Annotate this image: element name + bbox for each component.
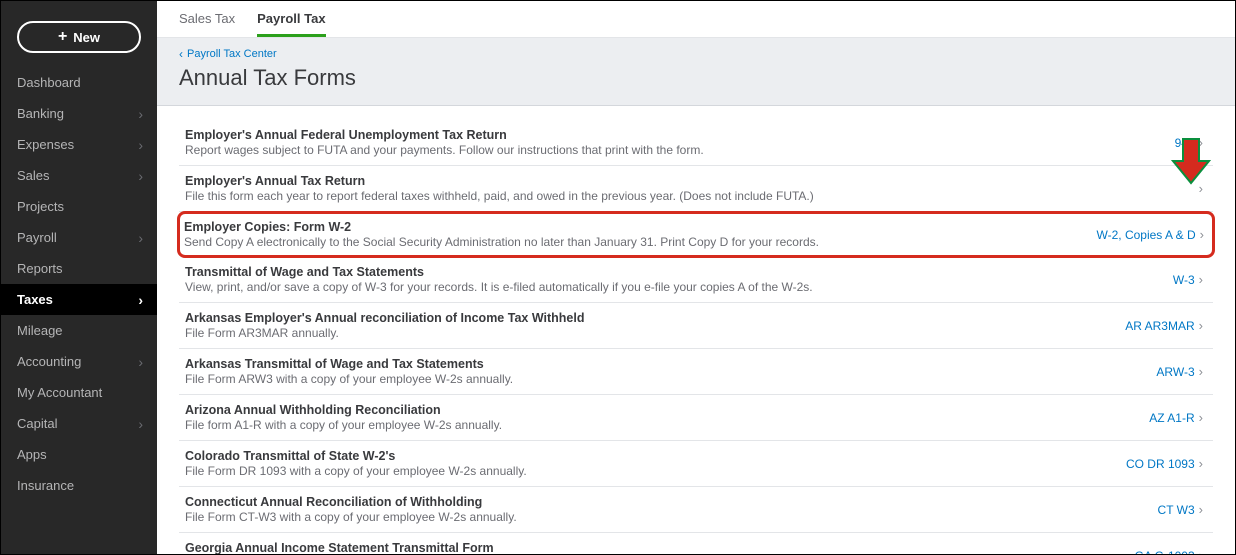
sidebar-item-insurance[interactable]: Insurance bbox=[1, 470, 157, 501]
form-link[interactable]: AZ A1-R› bbox=[1149, 410, 1203, 425]
chevron-right-icon: › bbox=[138, 293, 143, 307]
form-link[interactable]: W-2, Copies A & D› bbox=[1097, 227, 1205, 242]
breadcrumb[interactable]: ‹ Payroll Tax Center bbox=[179, 47, 277, 61]
form-row[interactable]: Connecticut Annual Reconciliation of Wit… bbox=[179, 487, 1213, 533]
form-row[interactable]: Georgia Annual Income Statement Transmit… bbox=[179, 533, 1213, 554]
form-link[interactable]: CT W3› bbox=[1158, 502, 1203, 517]
form-desc: View, print, and/or save a copy of W-3 f… bbox=[185, 280, 1153, 294]
form-desc: File Form AR3MAR annually. bbox=[185, 326, 1105, 340]
form-row-highlighted[interactable]: Employer Copies: Form W-2 Send Copy A el… bbox=[177, 211, 1215, 258]
page-title: Annual Tax Forms bbox=[179, 65, 1213, 91]
page-header: ‹ Payroll Tax Center Annual Tax Forms bbox=[157, 38, 1235, 106]
left-sidebar: + New Dashboard Banking› Expenses› Sales… bbox=[1, 1, 157, 554]
chevron-right-icon: › bbox=[1199, 364, 1203, 379]
form-desc: Report wages subject to FUTA and your pa… bbox=[185, 143, 1155, 157]
form-row[interactable]: Arkansas Employer's Annual reconciliatio… bbox=[179, 303, 1213, 349]
sidebar-item-banking[interactable]: Banking› bbox=[1, 98, 157, 129]
chevron-right-icon: › bbox=[138, 355, 143, 369]
form-link[interactable]: GA G-1003› bbox=[1135, 548, 1203, 554]
plus-icon: + bbox=[58, 29, 67, 45]
form-row[interactable]: Transmittal of Wage and Tax Statements V… bbox=[179, 257, 1213, 303]
sidebar-item-accounting[interactable]: Accounting› bbox=[1, 346, 157, 377]
sidebar-item-payroll[interactable]: Payroll› bbox=[1, 222, 157, 253]
chevron-right-icon: › bbox=[138, 107, 143, 121]
form-row[interactable]: Arizona Annual Withholding Reconciliatio… bbox=[179, 395, 1213, 441]
chevron-left-icon: ‹ bbox=[179, 47, 183, 61]
chevron-right-icon: › bbox=[1200, 227, 1204, 242]
form-row[interactable]: Arkansas Transmittal of Wage and Tax Sta… bbox=[179, 349, 1213, 395]
chevron-right-icon: › bbox=[1199, 502, 1203, 517]
sidebar-item-expenses[interactable]: Expenses› bbox=[1, 129, 157, 160]
sidebar-item-sales[interactable]: Sales› bbox=[1, 160, 157, 191]
chevron-right-icon: › bbox=[138, 231, 143, 245]
forms-list: Employer's Annual Federal Unemployment T… bbox=[157, 106, 1235, 554]
form-desc: File form A1-R with a copy of your emplo… bbox=[185, 418, 1129, 432]
form-desc: File Form ARW3 with a copy of your emplo… bbox=[185, 372, 1136, 386]
breadcrumb-label: Payroll Tax Center bbox=[187, 48, 277, 60]
form-link[interactable]: CO DR 1093› bbox=[1126, 456, 1203, 471]
app-frame: + New Dashboard Banking› Expenses› Sales… bbox=[0, 0, 1236, 555]
new-button[interactable]: + New bbox=[17, 21, 141, 53]
chevron-right-icon: › bbox=[1199, 456, 1203, 471]
form-title: Arkansas Employer's Annual reconciliatio… bbox=[185, 311, 1105, 325]
form-desc: Send Copy A electronically to the Social… bbox=[184, 235, 1077, 249]
tab-payroll-tax[interactable]: Payroll Tax bbox=[257, 11, 325, 37]
sidebar-item-projects[interactable]: Projects bbox=[1, 191, 157, 222]
sidebar-item-capital[interactable]: Capital› bbox=[1, 408, 157, 439]
tab-sales-tax[interactable]: Sales Tax bbox=[179, 11, 235, 37]
form-title: Transmittal of Wage and Tax Statements bbox=[185, 265, 1153, 279]
sidebar-item-taxes[interactable]: Taxes› bbox=[1, 284, 157, 315]
chevron-right-icon: › bbox=[138, 169, 143, 183]
form-title: Connecticut Annual Reconciliation of Wit… bbox=[185, 495, 1138, 509]
form-title: Georgia Annual Income Statement Transmit… bbox=[185, 541, 1115, 554]
chevron-right-icon: › bbox=[138, 138, 143, 152]
chevron-right-icon: › bbox=[1199, 548, 1203, 554]
form-row[interactable]: Colorado Transmittal of State W-2's File… bbox=[179, 441, 1213, 487]
chevron-right-icon: › bbox=[1199, 272, 1203, 287]
tab-bar: Sales Tax Payroll Tax bbox=[157, 1, 1235, 38]
form-row[interactable]: Employer's Annual Tax Return File this f… bbox=[179, 166, 1213, 212]
form-title: Arkansas Transmittal of Wage and Tax Sta… bbox=[185, 357, 1136, 371]
chevron-right-icon: › bbox=[1199, 135, 1203, 150]
chevron-right-icon: › bbox=[1199, 181, 1203, 196]
chevron-right-icon: › bbox=[1199, 410, 1203, 425]
main-content: Sales Tax Payroll Tax ‹ Payroll Tax Cent… bbox=[157, 1, 1235, 554]
form-link[interactable]: › bbox=[1195, 181, 1203, 196]
sidebar-item-reports[interactable]: Reports bbox=[1, 253, 157, 284]
form-title: Employer's Annual Tax Return bbox=[185, 174, 1175, 188]
new-button-label: New bbox=[73, 30, 100, 45]
sidebar-item-mileage[interactable]: Mileage bbox=[1, 315, 157, 346]
form-desc: File this form each year to report feder… bbox=[185, 189, 1175, 203]
form-title: Arizona Annual Withholding Reconciliatio… bbox=[185, 403, 1129, 417]
form-link[interactable]: W-3› bbox=[1173, 272, 1203, 287]
form-desc: File Form CT-W3 with a copy of your empl… bbox=[185, 510, 1138, 524]
sidebar-item-my-accountant[interactable]: My Accountant bbox=[1, 377, 157, 408]
form-desc: File Form DR 1093 with a copy of your em… bbox=[185, 464, 1106, 478]
form-title: Colorado Transmittal of State W-2's bbox=[185, 449, 1106, 463]
sidebar-item-dashboard[interactable]: Dashboard bbox=[1, 67, 157, 98]
form-title: Employer's Annual Federal Unemployment T… bbox=[185, 128, 1155, 142]
chevron-right-icon: › bbox=[1199, 318, 1203, 333]
chevron-right-icon: › bbox=[138, 417, 143, 431]
form-link[interactable]: 940› bbox=[1175, 135, 1203, 150]
form-title: Employer Copies: Form W-2 bbox=[184, 220, 1077, 234]
sidebar-item-apps[interactable]: Apps bbox=[1, 439, 157, 470]
form-link[interactable]: ARW-3› bbox=[1156, 364, 1203, 379]
form-link[interactable]: AR AR3MAR› bbox=[1125, 318, 1203, 333]
form-row[interactable]: Employer's Annual Federal Unemployment T… bbox=[179, 120, 1213, 166]
